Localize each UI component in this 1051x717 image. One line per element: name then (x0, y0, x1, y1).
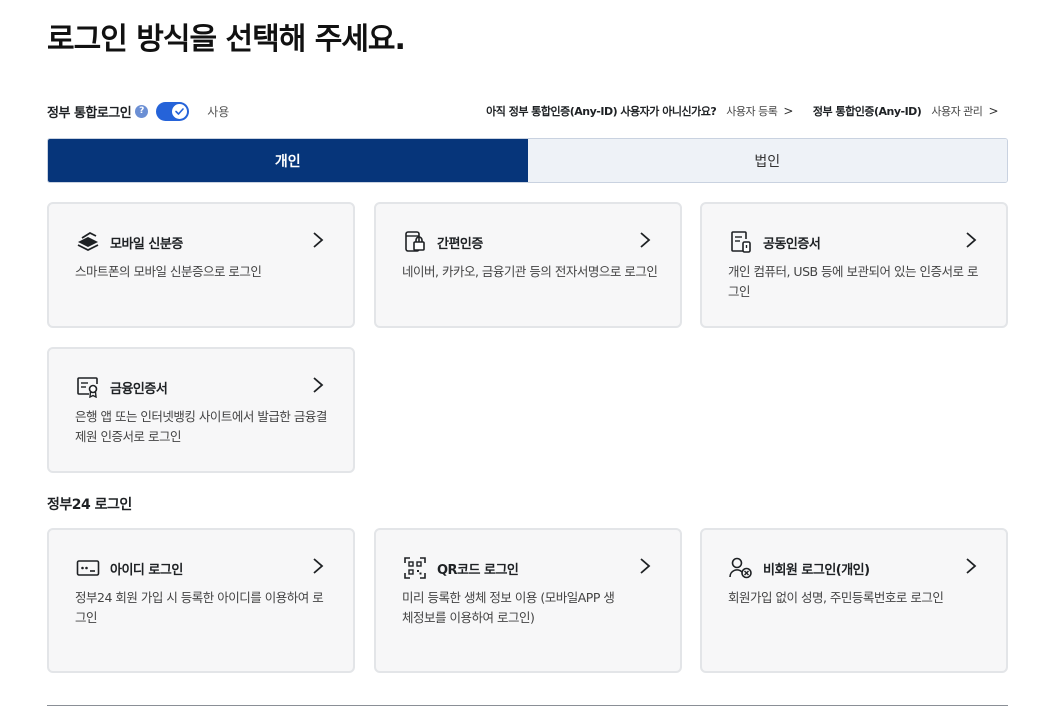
mobile-id-card[interactable]: 모바일 신분증 스마트폰의 모바일 신분증으로 로그인 (47, 202, 355, 328)
chevron-right-icon: > (988, 104, 998, 118)
chevron-right-icon (966, 558, 977, 574)
gov-login-toggle[interactable] (156, 101, 190, 121)
card-title: 공동인증서 (763, 236, 821, 252)
card-title: 아이디 로그인 (110, 562, 183, 578)
card-title: QR코드 로그인 (437, 562, 519, 578)
chevron-right-icon (313, 558, 324, 574)
qr-code-icon (402, 555, 428, 581)
card-header: 모바일 신분증 (75, 229, 183, 255)
footer-divider (47, 705, 1008, 706)
tab-individual[interactable]: 개인 (48, 139, 528, 182)
card-header: 금융인증서 (75, 374, 168, 400)
non-member-login-card[interactable]: 비회원 로그인(개인) 회원가입 없이 성명, 주민등록번호로 로그인 (700, 528, 1008, 673)
gov-login-bar: 정부 통합로그인 ? 사용 아직 정부 통합인증(Any-ID) 사용자가 아니… (47, 100, 1008, 122)
id-login-card[interactable]: 아이디 로그인 정부24 회원 가입 시 등록한 아이디를 이용하여 로그인 (47, 528, 355, 673)
chevron-right-icon (640, 232, 651, 248)
simple-auth-card[interactable]: 간편인증 네이버, 카카오, 금융기관 등의 전자서명으로 로그인 (374, 202, 682, 328)
card-title: 금융인증서 (110, 381, 168, 397)
id-login-icon (75, 555, 101, 581)
card-title: 비회원 로그인(개인) (763, 562, 870, 578)
card-header: 공동인증서 (728, 229, 821, 255)
chevron-right-icon (966, 232, 977, 248)
card-title: 간편인증 (437, 236, 483, 252)
gov-login-label: 정부 통합로그인 (47, 105, 132, 121)
tab-corporate[interactable]: 법인 (527, 139, 1007, 182)
card-title: 모바일 신분증 (110, 236, 183, 252)
chevron-right-icon (640, 558, 651, 574)
card-header: 간편인증 (402, 229, 483, 255)
financial-certificate-icon (75, 374, 101, 400)
card-description: 개인 컴퓨터, USB 등에 보관되어 있는 인증서로 로그인 (728, 264, 978, 299)
toggle-label: 사용 (207, 104, 230, 119)
card-header: 아이디 로그인 (75, 555, 183, 581)
joint-certificate-icon (728, 229, 754, 255)
non-member-icon (728, 555, 754, 581)
card-header: 비회원 로그인(개인) (728, 555, 870, 581)
card-description: 스마트폰의 모바일 신분증으로 로그인 (75, 264, 262, 279)
chevron-right-icon: > (783, 104, 793, 118)
mobile-id-icon (75, 229, 101, 255)
qr-code-login-card[interactable]: QR코드 로그인 미리 등록한 생체 정보 이용 (모바일APP 생체정보를 이… (374, 528, 682, 673)
simple-auth-icon (402, 229, 428, 255)
page-title: 로그인 방식을 선택해 주세요. (47, 22, 406, 57)
card-description: 정부24 회원 가입 시 등록한 아이디를 이용하여 로그인 (75, 590, 324, 625)
manage-user-link[interactable]: 사용자 관리 > (931, 103, 998, 119)
help-icon[interactable]: ? (135, 104, 149, 118)
card-description: 네이버, 카카오, 금융기관 등의 전자서명으로 로그인 (402, 264, 658, 279)
card-header: QR코드 로그인 (402, 555, 519, 581)
check-icon (175, 107, 185, 115)
anyid-label: 정부 통합인증(Any-ID) (812, 105, 922, 118)
register-user-label: 사용자 등록 (726, 105, 778, 118)
financial-certificate-card[interactable]: 금융인증서 은행 앱 또는 인터넷뱅킹 사이트에서 발급한 금융결제원 인증서로… (47, 347, 355, 473)
joint-certificate-card[interactable]: 공동인증서 개인 컴퓨터, USB 등에 보관되어 있는 인증서로 로그인 (700, 202, 1008, 328)
manage-user-label: 사용자 관리 (931, 105, 983, 118)
gov24-login-section-title: 정부24 로그인 (47, 497, 132, 513)
gov-login-toggle-group: 정부 통합로그인 ? 사용 (47, 100, 229, 122)
chevron-right-icon (313, 232, 324, 248)
card-description: 회원가입 없이 성명, 주민등록번호로 로그인 (728, 590, 944, 605)
card-description: 미리 등록한 생체 정보 이용 (모바일APP 생체정보를 이용하여 로그인) (402, 590, 615, 625)
register-user-link[interactable]: 사용자 등록 > (726, 103, 793, 119)
user-type-tabs: 개인 법인 (47, 138, 1008, 183)
not-user-question: 아직 정부 통합인증(Any-ID) 사용자가 아니신가요? (486, 105, 717, 118)
toggle-knob (172, 103, 188, 119)
card-description: 은행 앱 또는 인터넷뱅킹 사이트에서 발급한 금융결제원 인증서로 로그인 (75, 409, 327, 444)
gov-login-links: 아직 정부 통합인증(Any-ID) 사용자가 아니신가요? 사용자 등록 > … (486, 100, 998, 122)
chevron-right-icon (313, 377, 324, 393)
